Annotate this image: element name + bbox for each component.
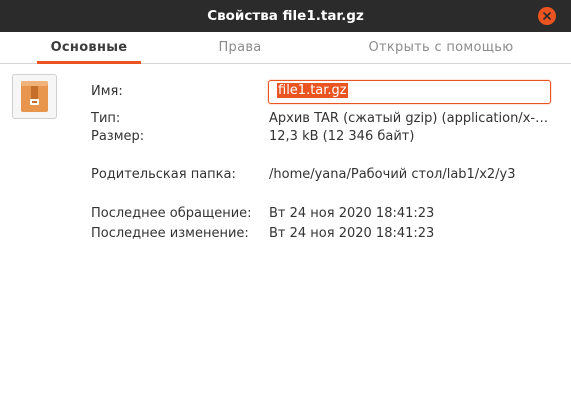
close-icon	[543, 12, 551, 20]
tab-basic-label: Основные	[50, 40, 128, 55]
tab-permissions[interactable]: Права	[214, 32, 266, 63]
properties-window: Свойства file1.tar.gz Основные Права Отк…	[0, 0, 571, 401]
last-modified-value: Вт 24 ноя 2020 18:41:23	[269, 226, 435, 241]
name-field-value: file1.tar.gz	[277, 83, 348, 98]
type-value: Архив TAR (сжатый gzip) (application/x-…	[269, 111, 549, 126]
tab-open-with[interactable]: Открыть с помощью	[360, 32, 522, 63]
tab-basic[interactable]: Основные	[37, 32, 141, 64]
parent-folder-label: Родительская папка:	[91, 167, 236, 182]
tab-open-with-label: Открыть с помощью	[368, 40, 514, 55]
archive-icon	[21, 81, 48, 112]
size-value: 12,3 kB (12 346 байт)	[269, 129, 415, 144]
type-label: Тип:	[91, 111, 121, 126]
parent-folder-value[interactable]: /home/yana/Рабочий стол/lab1/x2/y3	[269, 167, 516, 182]
last-accessed-value: Вт 24 ноя 2020 18:41:23	[269, 206, 435, 221]
last-accessed-label: Последнее обращение:	[91, 206, 252, 221]
tab-bar: Основные Права Открыть с помощью	[0, 32, 571, 64]
tab-permissions-label: Права	[218, 40, 262, 55]
name-label: Имя:	[91, 84, 123, 99]
file-icon-frame	[12, 74, 57, 119]
title-bar[interactable]: Свойства file1.tar.gz	[0, 0, 571, 32]
close-button[interactable]	[538, 7, 556, 25]
window-title: Свойства file1.tar.gz	[207, 8, 364, 24]
last-modified-label: Последнее изменение:	[91, 226, 249, 241]
size-label: Размер:	[91, 129, 145, 144]
name-field[interactable]: file1.tar.gz	[268, 80, 551, 104]
